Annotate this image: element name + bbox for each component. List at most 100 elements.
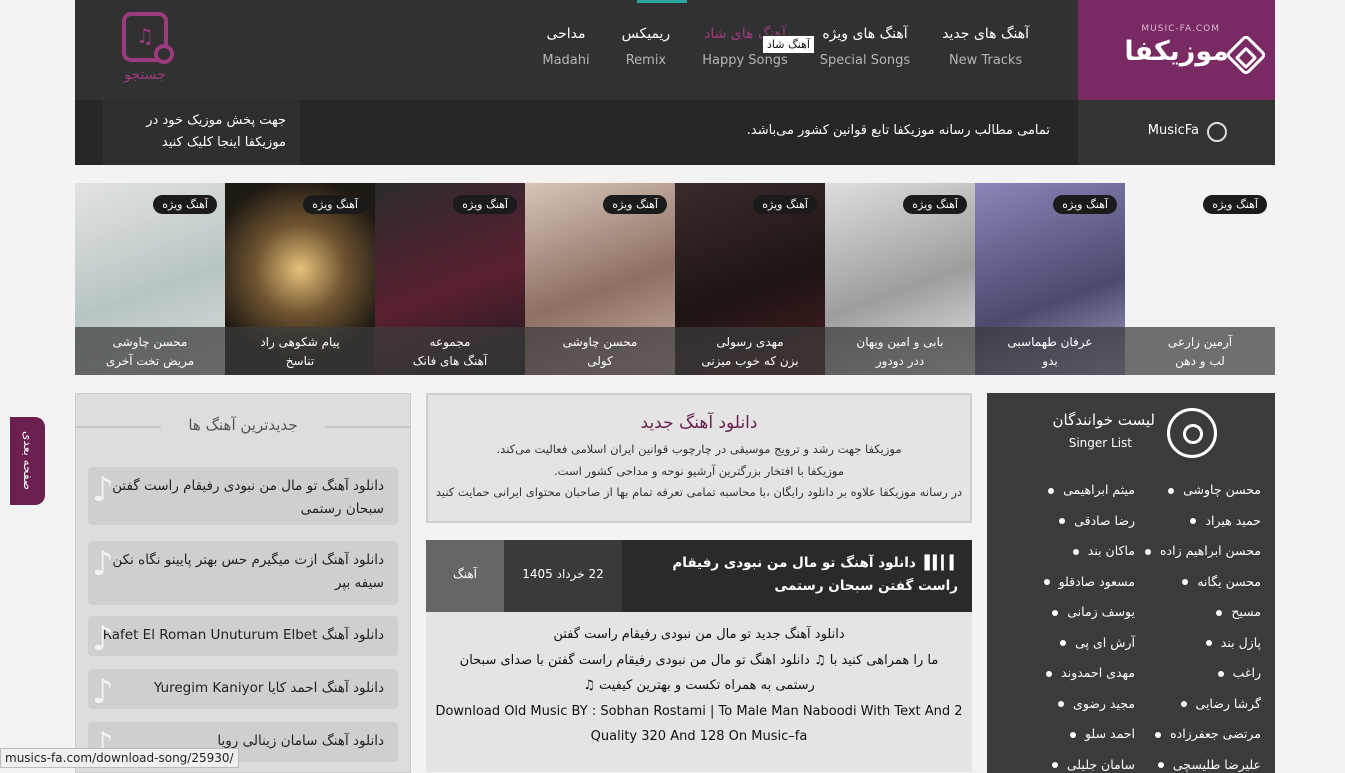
search-label: جستجو <box>124 67 166 83</box>
latest-songs-panel: جدیدترین آهنگ ها ♪ دانلود آهنگ تو مال من … <box>75 393 411 773</box>
site-logo[interactable]: MUSIC-FA.COM موزیکفا <box>1078 0 1275 100</box>
slide-song: لب و دهن <box>1175 354 1225 368</box>
nav-active-indicator <box>637 0 687 3</box>
slide-song: تناسخ <box>285 354 315 368</box>
promo-link[interactable]: جهت پخش موزیک خود در موزیکفا اینجا کلیک … <box>103 100 300 165</box>
singer-link[interactable]: مسعود صادقلو <box>1044 574 1135 589</box>
singer-link[interactable]: یوسف زمانی <box>1052 604 1135 619</box>
slide-caption: محسن چاوشی مریض تخت آخری <box>75 327 225 375</box>
post-content: دانلود آهنگ جدید تو مال من نبودی رفیقام … <box>426 612 972 772</box>
post-category[interactable]: آهنگ <box>426 540 504 612</box>
slide-caption: بابی و امین ویهان ددر دودور <box>825 327 975 375</box>
slide-caption: عرفان طهماسبی بدو <box>975 327 1125 375</box>
singer-link[interactable]: پازل بند <box>1206 635 1261 650</box>
music-note-icon: ♪ <box>92 470 114 510</box>
slide-artist: پیام شکوهی راد <box>260 335 340 349</box>
slide-badge: آهنگ ویژه <box>603 195 667 214</box>
music-note-icon: ♪ <box>92 619 114 659</box>
singer-link[interactable]: مهدی احمدوند <box>1046 665 1135 680</box>
latest-song-item[interactable]: ♪ دانلود آهنگ تو مال من نبودی رفیقام راست… <box>88 467 398 525</box>
post-header: آهنگ 22 خرداد 1405 ▍▎▍▌ دانلود آهنگ تو م… <box>426 540 972 612</box>
intro-line: در رسانه موزیکفا علاوه بر دانلود رایگان … <box>435 485 963 499</box>
nav-label: آهنگ های جدید <box>942 26 1029 42</box>
singer-link[interactable]: احمد سلو <box>1070 726 1135 741</box>
slide-song: کولی <box>587 354 613 368</box>
nav-madahi[interactable]: مداحی Madahi <box>526 26 605 68</box>
nav-label: آهنگ های ویژه <box>822 26 908 42</box>
singer-link[interactable]: محسن یگانه <box>1182 574 1261 589</box>
singer-link[interactable]: محسن ابراهیم زاده <box>1145 543 1261 558</box>
search-button[interactable]: ♫ جستجو <box>105 12 185 83</box>
slide-caption: مهدی رسولی بزن که خوب میزنی <box>675 327 825 375</box>
nav-tooltip: آهنگ شاد <box>762 35 815 54</box>
singer-link[interactable]: راغب <box>1218 665 1261 680</box>
slide-card[interactable]: آهنگ ویژه پیام شکوهی راد تناسخ <box>225 183 375 375</box>
slide-badge: آهنگ ویژه <box>303 195 367 214</box>
status-bar-url: musics-fa.com/download-song/25930/ <box>0 748 239 768</box>
content-line: ما را همراهی کنید با ♫ دانلود اهنگ تو ما… <box>459 652 939 668</box>
singer-list-title-en: Singer List <box>1068 436 1132 450</box>
latest-song-item[interactable]: ♪ دانلود آهنگ Rafet El Roman Unuturum Elb… <box>88 616 398 656</box>
latest-song-item[interactable]: ♪ دانلود آهنگ ازت میگیرم حس بهتر پایینو ن… <box>88 541 398 605</box>
latest-song-text: دانلود آهنگ Rafet El Roman Unuturum Elbe… <box>102 627 384 643</box>
slide-card[interactable]: آهنگ ویژه مجموعه آهنگ های فانک <box>375 183 525 375</box>
nav-label-en: New Tracks <box>948 53 1023 68</box>
top-nav-bar: MUSIC-FA.COM موزیکفا آهنگ های جدید New Tr… <box>75 0 1275 100</box>
slide-card[interactable]: آهنگ ویژه محسن چاوشی مریض تخت آخری <box>75 183 225 375</box>
singer-list-panel: لیست خوانندگان Singer List محسن چاوشی حمی… <box>987 393 1275 773</box>
singer-link[interactable]: رضا صادقی <box>1059 513 1135 528</box>
singer-list-title: لیست خوانندگان <box>1052 411 1155 429</box>
singer-link[interactable]: مرتضی جعفرزاده <box>1155 726 1261 741</box>
slide-artist: آرمین زارعی <box>1167 335 1233 349</box>
notice-text: تمامی مطالب رسانه موزیکفا تابع قوانین کش… <box>746 123 1050 138</box>
latest-song-item[interactable]: ♪ دانلود آهنگ احمد کایا Yuregim Kaniyor <box>88 669 398 709</box>
content-line: دانلود آهنگ جدید تو مال من نبودی رفیقام … <box>553 627 845 642</box>
singer-link[interactable]: میثم ابراهیمی <box>1048 482 1135 497</box>
singer-link[interactable]: گرشا رضایی <box>1181 696 1261 711</box>
nav-label: مداحی <box>546 26 586 42</box>
latest-song-text: دانلود آهنگ احمد کایا Yuregim Kaniyor <box>153 680 384 696</box>
slide-caption: پیام شکوهی راد تناسخ <box>225 327 375 375</box>
slide-artist: بابی و امین ویهان <box>856 335 944 349</box>
singer-link[interactable]: حمید هیراد <box>1190 513 1261 528</box>
slide-caption: مجموعه آهنگ های فانک <box>375 327 525 375</box>
singer-link[interactable]: علیرضا طلیسچی <box>1158 757 1261 772</box>
slide-song: بزن که خوب میزنی <box>701 354 799 368</box>
singer-link[interactable]: مجید رضوی <box>1058 696 1135 711</box>
slide-song: آهنگ های فانک <box>412 354 488 368</box>
content-line: Quality 320 And 128 On Music–fa <box>590 729 808 744</box>
latest-song-text: دانلود آهنگ سامان زینالی رویا <box>217 733 384 749</box>
slide-card[interactable]: آهنگ ویژه آرمین زارعی لب و دهن <box>1125 183 1275 375</box>
nav-remix[interactable]: ریمیکس Remix <box>606 26 687 68</box>
singer-link[interactable]: ماکان بند <box>1073 543 1135 558</box>
singer-link[interactable]: آرش ای پی <box>1060 635 1135 650</box>
logo-mark-icon <box>1224 33 1268 77</box>
post-title[interactable]: ▍▎▍▌ دانلود آهنگ تو مال من نبودی رفیقام … <box>638 552 960 598</box>
singer-link[interactable]: محسن چاوشی <box>1168 482 1261 497</box>
slide-card[interactable]: آهنگ ویژه محسن چاوشی کولی <box>525 183 675 375</box>
music-note-icon: ♪ <box>92 672 114 712</box>
post-title-text: دانلود آهنگ تو مال من نبودی رفیقام راست … <box>672 555 958 594</box>
singer-link[interactable]: سامان جلیلی <box>1052 757 1135 772</box>
content-line: رستمی به همراه تکست و بهترین کیفیت ♫ <box>583 678 815 693</box>
slide-caption: محسن چاوشی کولی <box>525 327 675 375</box>
audio-bars-icon: ▍▎▍▌ <box>924 555 960 571</box>
slide-card[interactable]: آهنگ ویژه مهدی رسولی بزن که خوب میزنی <box>675 183 825 375</box>
slide-card[interactable]: آهنگ ویژه بابی و امین ویهان ددر دودور <box>825 183 975 375</box>
slide-card[interactable]: آهنگ ویژه عرفان طهماسبی بدو <box>975 183 1125 375</box>
slide-artist: عرفان طهماسبی <box>1007 335 1093 349</box>
nav-label-en: Remix <box>625 53 667 68</box>
slide-song: مریض تخت آخری <box>105 354 195 368</box>
nav-new-tracks[interactable]: آهنگ های جدید New Tracks <box>926 26 1045 68</box>
next-page-tab[interactable]: صفحه بعدی <box>10 417 45 505</box>
music-search-icon: ♫ <box>122 12 174 64</box>
content-line: Download Old Music BY : Sobhan Rostami |… <box>435 703 963 719</box>
nav-special-songs[interactable]: آهنگ های ویژه Special Songs <box>804 26 926 68</box>
broadcast-icon <box>1207 122 1227 142</box>
nav-label-en: Madahi <box>542 53 590 68</box>
slide-song: بدو <box>1042 354 1058 368</box>
intro-line: موزیکفا با افتخار بزرگترین آرشیو نوحه و … <box>554 463 844 478</box>
intro-text: موزیکفا جهت رشد و ترویج موسیقی در چارچوب… <box>428 439 970 504</box>
singer-link[interactable]: مسیح <box>1216 604 1261 619</box>
nav-label-en: Special Songs <box>819 53 911 68</box>
